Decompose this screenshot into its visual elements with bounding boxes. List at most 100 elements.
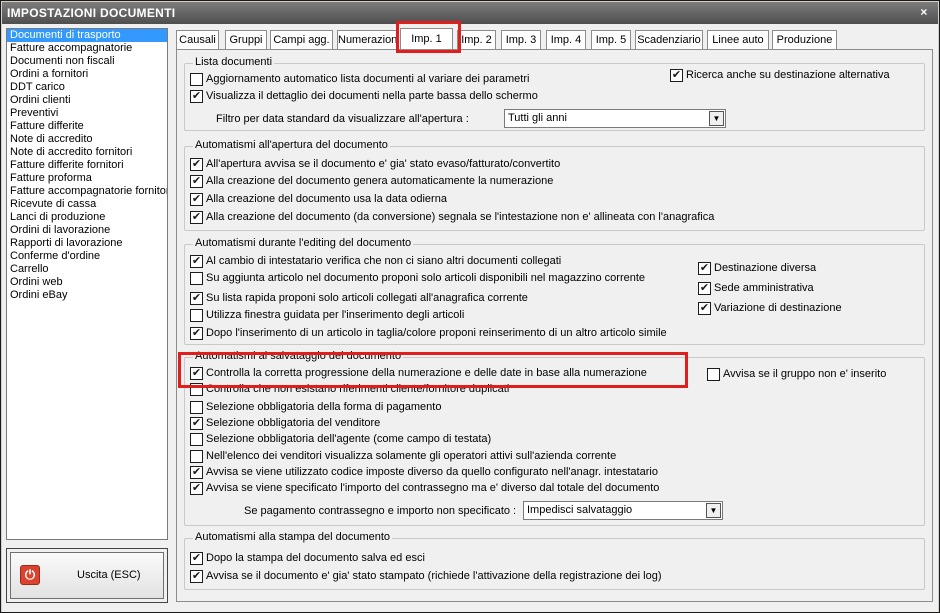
list-item[interactable]: Ricevute di cassa [7,198,167,211]
already-printed-warning-checkbox[interactable]: ✔ [190,570,203,583]
list-item[interactable]: Note di accredito fornitori [7,146,167,159]
group-stampa: Automatismi alla stampa del documento ✔ … [184,531,925,590]
exit-button[interactable]: ⏻ Uscita (ESC) [10,552,164,599]
open-warn-processed-checkbox[interactable]: ✔ [190,158,203,171]
group-title: Lista documenti [193,56,275,68]
tab-imp-4[interactable]: Imp. 4 [546,30,586,50]
checkbox-label: Avvisa se viene utilizzato codice impost… [206,466,658,478]
settings-window: IMPOSTAZIONI DOCUMENTI × Documenti di tr… [0,0,940,613]
required-agent-checkbox[interactable] [190,433,203,446]
list-item[interactable]: Fatture differite [7,120,167,133]
checkbox-label: Su aggiunta articolo nel documento propo… [206,272,646,284]
checkbox-label: Dopo la stampa del documento salva ed es… [206,552,425,564]
tab-imp-3[interactable]: Imp. 3 [501,30,541,50]
tab-imp-2[interactable]: Imp. 2 [457,30,496,50]
different-destination-checkbox[interactable]: ✔ [698,262,711,275]
tab-gruppi[interactable]: Gruppi [225,30,267,50]
dropdown-arrow-icon[interactable]: ▼ [706,503,721,518]
save-exit-after-print-checkbox[interactable]: ✔ [190,552,203,565]
title-bar: IMPOSTAZIONI DOCUMENTI × [2,2,938,24]
checkbox-label: Alla creazione del documento usa la data… [206,193,447,205]
list-item[interactable]: Carrello [7,263,167,276]
list-item[interactable]: Fatture differite fornitori [7,159,167,172]
group-missing-warning-checkbox[interactable] [707,368,720,381]
group-lista-documenti: Lista documenti Aggiornamento automatico… [184,56,925,131]
checkbox-label: Avvisa se il gruppo non e' inserito [723,368,887,380]
list-item[interactable]: Rapporti di lavorazione [7,237,167,250]
reinsert-similar-checkbox[interactable]: ✔ [190,327,203,340]
auto-update-checkbox[interactable] [190,73,203,86]
date-filter-select[interactable]: Tutti gli anni ▼ [504,109,726,128]
checkbox-label: Nell'elenco dei venditori visualizza sol… [206,450,617,462]
group-title: Automatismi all'apertura del documento [193,139,390,151]
checkbox-label: Variazione di destinazione [714,302,842,314]
tab-produzione[interactable]: Produzione [772,30,837,50]
available-items-only-checkbox[interactable] [190,272,203,285]
tab-numerazioni[interactable]: Numerazioni [337,30,400,50]
tab-linee-auto[interactable]: Linee auto [707,30,769,50]
auto-numbering-checkbox[interactable]: ✔ [190,175,203,188]
window-title: IMPOSTAZIONI DOCUMENTI [7,6,176,20]
search-alt-destination-checkbox[interactable]: ✔ [670,69,683,82]
list-item[interactable]: Ordini di lavorazione [7,224,167,237]
use-today-date-checkbox[interactable]: ✔ [190,193,203,206]
admin-office-checkbox[interactable]: ✔ [698,282,711,295]
checkbox-label: Visualizza il dettaglio dei documenti ne… [206,90,538,102]
show-detail-checkbox[interactable]: ✔ [190,90,203,103]
tab-imp-5[interactable]: Imp. 5 [591,30,631,50]
checkbox-label: Selezione obbligatoria del venditore [206,417,381,429]
required-payment-checkbox[interactable] [190,401,203,414]
tab-campi-agg[interactable]: Campi agg. [270,30,333,50]
duplicate-references-checkbox[interactable] [190,383,203,396]
list-item[interactable]: Documenti non fiscali [7,55,167,68]
group-title: Automatismi alla stampa del documento [193,531,393,543]
list-item[interactable]: Ordini clienti [7,94,167,107]
list-item[interactable]: DDT carico [7,81,167,94]
payment-label: Se pagamento contrassegno e importo non … [244,505,517,517]
checkbox-label: Al cambio di intestatario verifica che n… [206,255,562,267]
list-item[interactable]: Ordini a fornitori [7,68,167,81]
document-type-list[interactable]: Documenti di trasporto Fatture accompagna… [6,28,168,540]
checkbox-label: Aggiornamento automatico lista documenti… [206,73,530,85]
checkbox-label: Ricerca anche su destinazione alternativ… [686,69,890,81]
list-item[interactable]: Documenti di trasporto [7,29,167,42]
active-sellers-only-checkbox[interactable] [190,450,203,463]
list-item[interactable]: Preventivi [7,107,167,120]
cod-amount-warning-checkbox[interactable]: ✔ [190,482,203,495]
tax-code-warning-checkbox[interactable]: ✔ [190,466,203,479]
list-item[interactable]: Fatture proforma [7,172,167,185]
destination-change-checkbox[interactable]: ✔ [698,302,711,315]
checkbox-label: Avvisa se viene specificato l'importo de… [206,482,660,494]
payment-policy-select[interactable]: Impedisci salvataggio ▼ [523,501,723,520]
group-title: Automatismi durante l'editing del docume… [193,237,414,249]
tab-scadenziario[interactable]: Scadenziario [635,30,703,50]
tab-causali[interactable]: Causali [176,30,219,50]
verify-linked-docs-checkbox[interactable]: ✔ [190,255,203,268]
numbering-progression-checkbox[interactable]: ✔ [190,367,203,380]
group-apertura: Automatismi all'apertura del documento ✔… [184,139,925,231]
guided-insert-checkbox[interactable] [190,309,203,322]
header-mismatch-checkbox[interactable]: ✔ [190,211,203,224]
required-seller-checkbox[interactable]: ✔ [190,417,203,430]
close-icon[interactable]: × [916,5,932,20]
list-item[interactable]: Ordini web [7,276,167,289]
list-item[interactable]: Fatture accompagnatorie [7,42,167,55]
power-icon: ⏻ [20,565,40,585]
checkbox-label: Su lista rapida proponi solo articoli co… [206,292,528,304]
linked-items-only-checkbox[interactable]: ✔ [190,292,203,305]
checkbox-label: Utilizza finestra guidata per l'inserime… [206,309,465,321]
tab-imp-1[interactable]: Imp. 1 [400,28,453,51]
checkbox-label: Dopo l'inserimento di un articolo in tag… [206,327,667,339]
date-filter-value: Tutti gli anni [508,112,567,124]
list-item[interactable]: Note di accredito [7,133,167,146]
list-item[interactable]: Lanci di produzione [7,211,167,224]
checkbox-label: Sede amministrativa [714,282,814,294]
list-item[interactable]: Ordini eBay [7,289,167,302]
group-salvataggio: Automatismi al salvataggio del documento… [184,350,925,526]
checkbox-label: Controlla la corretta progressione della… [206,367,647,379]
exit-button-label: Uscita (ESC) [77,569,141,581]
dropdown-arrow-icon[interactable]: ▼ [709,111,724,126]
list-item[interactable]: Conferme d'ordine [7,250,167,263]
checkbox-label: Selezione obbligatoria dell'agente (come… [206,433,492,445]
list-item[interactable]: Fatture accompagnatorie fornitori [7,185,167,198]
